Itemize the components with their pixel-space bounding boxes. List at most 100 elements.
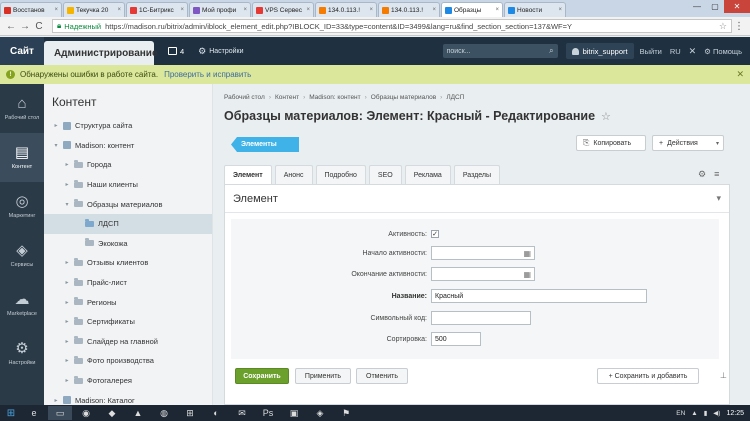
- keyboard-language[interactable]: EN: [676, 410, 685, 417]
- save-button[interactable]: Сохранить: [235, 368, 289, 384]
- tab-4[interactable]: Реклама: [404, 165, 451, 184]
- tab-settings-gear-icon[interactable]: ⚙: [698, 169, 706, 179]
- notifications-button[interactable]: 4: [167, 47, 184, 56]
- main-menu-item[interactable]: ⚙ Настройки: [0, 329, 44, 378]
- browser-tab[interactable]: 1С-Битрикс ×: [126, 2, 188, 17]
- taskbar-app-icon[interactable]: ⊞: [178, 406, 202, 420]
- end-date-input[interactable]: ▦: [431, 267, 535, 281]
- browser-tab[interactable]: VPS Сервес ×: [252, 2, 314, 17]
- collapse-icon[interactable]: ▾: [716, 193, 721, 204]
- browser-tab[interactable]: Образцы ×: [441, 2, 503, 17]
- tab-close-icon[interactable]: ×: [304, 7, 310, 13]
- tree-item[interactable]: ▸ Структура сайта: [44, 116, 212, 136]
- pin-icon[interactable]: ⊥: [720, 371, 727, 380]
- active-checkbox[interactable]: ✓: [431, 230, 439, 238]
- taskbar-app-icon[interactable]: ◐: [204, 406, 228, 420]
- tab-1[interactable]: Анонс: [274, 165, 313, 184]
- sort-input[interactable]: 500: [431, 332, 481, 346]
- favorite-star-icon[interactable]: ☆: [601, 111, 611, 123]
- breadcrumb-link[interactable]: Madison: контент: [309, 94, 360, 101]
- tree-arrow-icon[interactable]: ▸: [63, 338, 71, 345]
- name-input[interactable]: Красный: [431, 289, 647, 303]
- tree-item[interactable]: ▸ Madison: Каталог: [44, 390, 212, 405]
- apply-button[interactable]: Применить: [295, 368, 351, 384]
- tree-arrow-icon[interactable]: ▸: [52, 397, 60, 404]
- tree-item[interactable]: ▾ Madison: контент: [44, 136, 212, 156]
- tree-arrow-icon[interactable]: ▸: [63, 357, 71, 364]
- site-tab[interactable]: Сайт: [0, 37, 44, 65]
- fix-errors-link[interactable]: Проверить и исправить: [164, 70, 251, 79]
- tree-item[interactable]: ▸ Фото производства: [44, 351, 212, 371]
- tree-item[interactable]: ЛДСП: [44, 213, 212, 234]
- breadcrumb-link[interactable]: ЛДСП: [446, 94, 464, 101]
- reload-button[interactable]: C: [32, 21, 46, 32]
- maximize-button[interactable]: ▢: [706, 0, 724, 13]
- tree-arrow-icon[interactable]: ▸: [63, 318, 71, 325]
- tab-close-icon[interactable]: ×: [115, 7, 121, 13]
- elements-button[interactable]: Элементы: [231, 137, 299, 152]
- main-menu-item[interactable]: ◎ Маркетинг: [0, 182, 44, 231]
- main-menu-item[interactable]: ◈ Сервисы: [0, 231, 44, 280]
- taskbar-app-icon[interactable]: ✉: [230, 406, 254, 420]
- browser-tab[interactable]: Новости ×: [504, 2, 566, 17]
- tree-item[interactable]: ▾ Образцы материалов: [44, 194, 212, 214]
- language-select[interactable]: RU: [670, 47, 681, 56]
- breadcrumb-link[interactable]: Образцы материалов: [371, 94, 436, 101]
- calendar-icon[interactable]: ▦: [523, 249, 531, 258]
- browser-tab[interactable]: Мой профи ×: [189, 2, 251, 17]
- tab-close-icon[interactable]: ×: [556, 7, 562, 13]
- settings-link[interactable]: ⚙ Настройки: [198, 46, 243, 57]
- calendar-icon[interactable]: ▦: [523, 270, 531, 279]
- tree-arrow-icon[interactable]: ▸: [63, 181, 71, 188]
- tree-item[interactable]: ▸ Отзывы клиентов: [44, 253, 212, 273]
- tray-icon[interactable]: ◀): [713, 409, 720, 417]
- tab-close-icon[interactable]: ×: [430, 7, 436, 13]
- taskbar-app-icon[interactable]: ◈: [308, 406, 332, 420]
- bookmark-star-icon[interactable]: ☆: [719, 21, 727, 32]
- tree-item[interactable]: ▸ Прайс-лист: [44, 273, 212, 293]
- taskbar-app-icon[interactable]: ◍: [152, 406, 176, 420]
- tree-arrow-icon[interactable]: ▸: [63, 279, 71, 286]
- taskbar-app-icon[interactable]: ▣: [282, 406, 306, 420]
- search-input[interactable]: поиск... ⌕: [442, 44, 558, 58]
- tree-item[interactable]: ▸ Наши клиенты: [44, 175, 212, 195]
- code-input[interactable]: [431, 311, 531, 325]
- taskbar-app-icon[interactable]: ⚑: [334, 406, 358, 420]
- url-input[interactable]: 🔒︎ Надежный https://madison.ru/bitrix/ad…: [52, 19, 732, 33]
- tree-arrow-icon[interactable]: ▾: [63, 201, 71, 208]
- actions-button[interactable]: + Действия ▾: [652, 135, 724, 151]
- breadcrumb-link[interactable]: Рабочий стол: [224, 94, 265, 101]
- start-button[interactable]: ⊞: [0, 405, 22, 421]
- main-menu-item[interactable]: ⌂ Рабочий стол: [0, 84, 44, 133]
- tab-close-icon[interactable]: ×: [241, 7, 247, 13]
- user-button[interactable]: bitrix_support: [565, 43, 634, 59]
- tree-arrow-icon[interactable]: ▾: [52, 142, 60, 149]
- taskbar-app-icon[interactable]: ◉: [74, 406, 98, 420]
- taskbar-app-icon[interactable]: ◆: [100, 406, 124, 420]
- tab-menu-icon[interactable]: ≡: [714, 169, 719, 179]
- tree-item[interactable]: ▸ Сертификаты: [44, 312, 212, 332]
- tab-2[interactable]: Подробно: [315, 165, 366, 184]
- tab-close-icon[interactable]: ×: [493, 7, 499, 13]
- taskbar-app-icon[interactable]: ▭: [48, 406, 72, 420]
- tree-item[interactable]: ▸ Фотогалерея: [44, 371, 212, 391]
- tree-arrow-icon[interactable]: ▸: [63, 259, 71, 266]
- browser-tab[interactable]: 134.0.113.! ×: [378, 2, 440, 17]
- browser-tab[interactable]: Восстанов ×: [0, 2, 62, 17]
- clock[interactable]: 12:25: [726, 410, 744, 417]
- tree-item[interactable]: ▸ Регионы: [44, 292, 212, 312]
- tab-close-icon[interactable]: ×: [178, 7, 184, 13]
- save-and-add-button[interactable]: + Сохранить и добавить: [597, 368, 699, 384]
- taskbar-app-icon[interactable]: Ps: [256, 406, 280, 420]
- taskbar-app-icon[interactable]: ▲: [126, 406, 150, 420]
- search-icon[interactable]: ⌕: [549, 46, 553, 56]
- taskbar-app-icon[interactable]: e: [22, 406, 46, 420]
- pin-header-icon[interactable]: ✕: [689, 46, 697, 57]
- tree-item[interactable]: Экокожа: [44, 234, 212, 254]
- tree-arrow-icon[interactable]: ▸: [63, 161, 71, 168]
- close-window-button[interactable]: ✕: [724, 0, 750, 13]
- browser-menu-icon[interactable]: ⋮: [732, 21, 746, 32]
- cancel-button[interactable]: Отменить: [356, 368, 408, 384]
- main-menu-item[interactable]: ☁ Marketplace: [0, 280, 44, 329]
- help-link[interactable]: ⚙ Помощь: [704, 47, 742, 56]
